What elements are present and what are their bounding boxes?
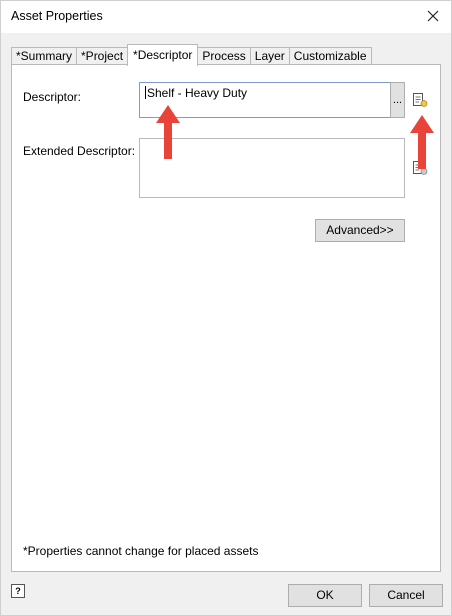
descriptor-browse-button[interactable]: ...: [390, 82, 405, 118]
advanced-button[interactable]: Advanced>>: [315, 219, 405, 242]
text-caret: [145, 86, 146, 99]
close-icon: [427, 10, 439, 22]
property-lookup-icon[interactable]: [412, 92, 428, 108]
annotation-arrow: [410, 115, 434, 169]
tab-descriptor[interactable]: *Descriptor: [127, 44, 199, 66]
help-icon[interactable]: ?: [11, 584, 25, 598]
annotation-arrow: [156, 105, 180, 159]
cancel-button[interactable]: Cancel: [369, 584, 443, 607]
extended-descriptor-label: Extended Descriptor:: [23, 144, 136, 158]
ok-button[interactable]: OK: [288, 584, 362, 607]
title-bar: Asset Properties: [1, 1, 451, 33]
descriptor-value: Shelf - Heavy Duty: [147, 86, 248, 100]
window-title: Asset Properties: [11, 9, 103, 23]
tab-strip: *Summary *Project *Descriptor Process La…: [11, 44, 372, 66]
descriptor-label: Descriptor:: [23, 90, 82, 104]
close-button[interactable]: [421, 5, 445, 27]
placed-assets-note: *Properties cannot change for placed ass…: [23, 544, 259, 558]
asset-properties-dialog: Asset Properties *Summary *Project *Desc…: [0, 0, 452, 616]
